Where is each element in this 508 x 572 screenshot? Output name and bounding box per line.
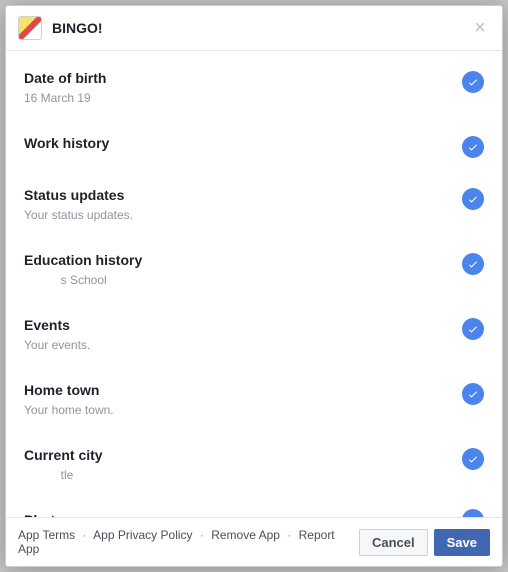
permission-row: Status updates Your status updates. <box>6 172 502 237</box>
app-privacy-link[interactable]: App Privacy Policy <box>93 528 192 542</box>
save-button[interactable]: Save <box>434 529 490 556</box>
permission-title: Date of birth <box>24 69 462 87</box>
permission-row: Events Your events. <box>6 302 502 367</box>
permission-row: Photos <box>6 497 502 517</box>
permission-toggle[interactable] <box>462 136 484 158</box>
permission-toggle[interactable] <box>462 188 484 210</box>
app-title: BINGO! <box>52 20 470 36</box>
permission-row: Work history <box>6 120 502 172</box>
close-button[interactable]: × <box>470 18 490 38</box>
permission-subtitle: Your status updates. <box>24 208 462 223</box>
permission-toggle[interactable] <box>462 71 484 93</box>
separator: · <box>200 528 204 542</box>
remove-app-link[interactable]: Remove App <box>211 528 280 542</box>
separator: · <box>82 528 86 542</box>
check-icon <box>467 193 479 205</box>
permission-subtitle: Your events. <box>24 338 462 353</box>
permission-title: Work history <box>24 134 462 152</box>
permission-title: Photos <box>24 511 462 517</box>
permission-toggle[interactable] <box>462 509 484 517</box>
permission-subtitle: s School <box>24 273 462 288</box>
permission-row: Current city tle <box>6 432 502 497</box>
dialog-footer: App Terms · App Privacy Policy · Remove … <box>6 517 502 566</box>
cancel-button[interactable]: Cancel <box>359 529 428 556</box>
permission-subtitle: 16 March 19 <box>24 91 462 106</box>
permission-toggle[interactable] <box>462 253 484 275</box>
separator: · <box>287 528 291 542</box>
permission-row: Education history s School <box>6 237 502 302</box>
check-icon <box>467 514 479 517</box>
close-icon: × <box>474 17 486 40</box>
footer-links: App Terms · App Privacy Policy · Remove … <box>18 528 353 556</box>
permission-title: Education history <box>24 251 462 269</box>
check-icon <box>467 388 479 400</box>
app-permissions-dialog: BINGO! × Date of birth 16 March 19 Work … <box>5 5 503 567</box>
app-terms-link[interactable]: App Terms <box>18 528 75 542</box>
permission-subtitle: Your home town. <box>24 403 462 418</box>
permission-row: Date of birth 16 March 19 <box>6 55 502 120</box>
permission-title: Current city <box>24 446 462 464</box>
permission-title: Status updates <box>24 186 462 204</box>
permission-toggle[interactable] <box>462 318 484 340</box>
dialog-body[interactable]: Date of birth 16 March 19 Work history S… <box>6 51 502 517</box>
dialog-header: BINGO! × <box>6 6 502 51</box>
check-icon <box>467 141 479 153</box>
permission-toggle[interactable] <box>462 383 484 405</box>
check-icon <box>467 258 479 270</box>
permission-toggle[interactable] <box>462 448 484 470</box>
permission-subtitle: tle <box>24 468 462 483</box>
app-icon <box>18 16 42 40</box>
check-icon <box>467 453 479 465</box>
permission-title: Home town <box>24 381 462 399</box>
permission-title: Events <box>24 316 462 334</box>
check-icon <box>467 76 479 88</box>
permission-row: Home town Your home town. <box>6 367 502 432</box>
check-icon <box>467 323 479 335</box>
